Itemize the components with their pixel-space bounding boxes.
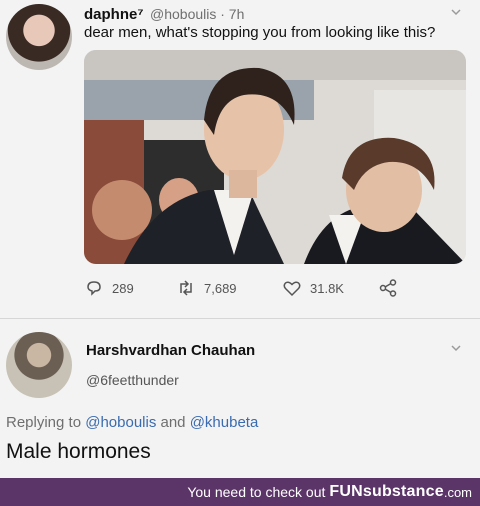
retweet-count: 7,689 [204,280,237,296]
and-word: and [160,414,186,431]
tweet-text: dear men, what's stopping you from looki… [84,24,436,41]
reply-avatar[interactable] [6,332,72,398]
site-banner[interactable]: You need to check out FUNsubstance .com [0,478,480,506]
reply-author-name[interactable]: Harshvardhan Chauhan [86,342,255,359]
like-button[interactable]: 31.8K [282,278,344,298]
mention-link[interactable]: @khubeta [190,414,259,431]
tweet-actions: 289 7,689 31.8K [84,278,466,302]
tweet-card: daphne⁷ @hoboulis · 7h dear men, what's … [0,0,480,478]
tweet-photo[interactable] [84,50,466,264]
divider [0,318,480,319]
author-handle-time: @hoboulis · 7h [150,6,245,22]
chevron-down-icon[interactable] [450,342,462,354]
banner-tld: .com [443,484,472,500]
reply-count: 289 [112,280,134,296]
like-count: 31.8K [310,280,344,296]
replying-to: Replying to @hoboulis and @khubeta [6,414,258,431]
author-name[interactable]: daphne⁷ [84,6,144,23]
banner-brand: FUNsubstance [329,483,444,500]
share-button[interactable] [378,278,406,298]
chevron-down-icon[interactable] [450,6,462,18]
replying-prefix: Replying to [6,414,82,431]
reply-text: Male hormones [6,440,151,463]
banner-prefix: You need to check out [187,484,326,500]
avatar[interactable] [6,4,72,70]
photo-illustration [84,50,466,264]
mention-link[interactable]: @hoboulis [85,414,156,431]
reply-author-handle: @6feetthunder [86,372,179,388]
reply-button[interactable]: 289 [84,278,134,298]
retweet-button[interactable]: 7,689 [176,278,237,298]
share-icon [379,279,397,297]
like-icon [283,281,301,297]
retweet-icon [180,280,192,296]
reply-icon [87,281,101,296]
